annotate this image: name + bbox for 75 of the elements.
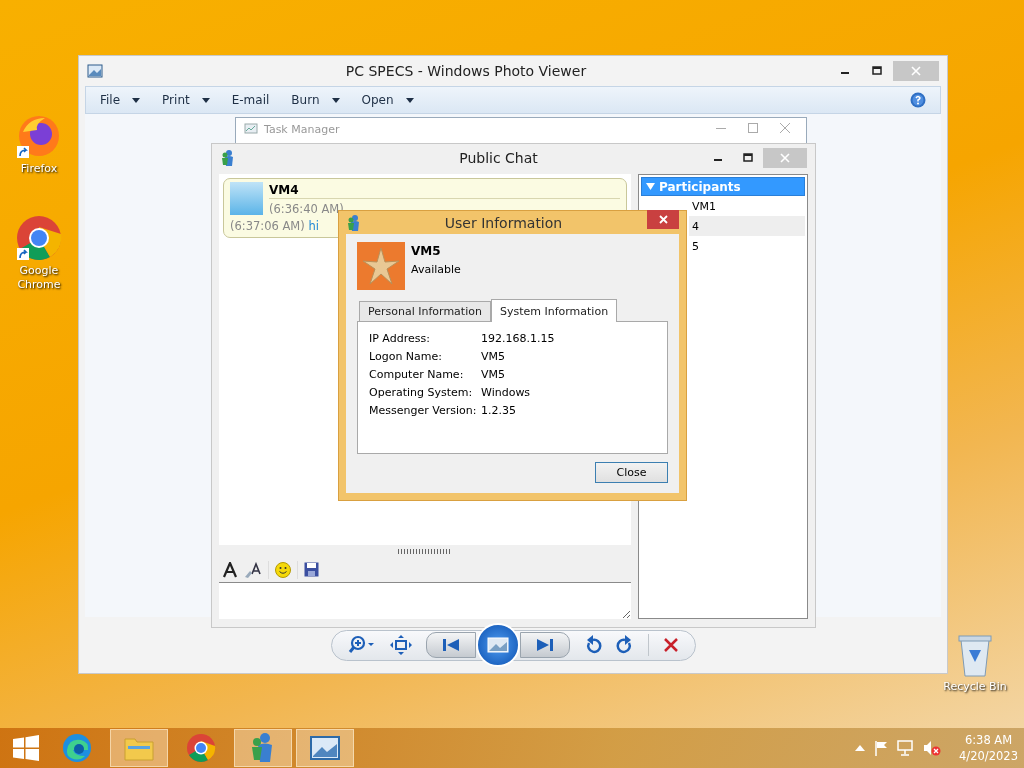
delete-button[interactable] (662, 637, 679, 653)
next-icon (535, 638, 554, 652)
menu-item[interactable]: Open (361, 91, 414, 109)
menu-item[interactable]: Print (162, 91, 210, 109)
tab[interactable]: System Information (490, 299, 618, 322)
close-button[interactable] (647, 210, 679, 229)
field-label: Operating System: (369, 386, 474, 399)
tab[interactable]: Personal Information (359, 301, 491, 321)
close-icon (911, 66, 921, 76)
slide-show-icon (486, 637, 509, 653)
field-value: VM5 (481, 368, 506, 381)
zoom-button[interactable] (347, 635, 376, 655)
avatar-picture (230, 182, 263, 215)
field-label: Logon Name: (369, 350, 443, 363)
shortcut-arrow-icon (17, 146, 29, 158)
window-title: Public Chat (458, 150, 539, 166)
close-icon (780, 153, 790, 163)
menu-item[interactable]: E-mail (231, 91, 270, 109)
close-icon (658, 215, 668, 224)
fit-to-window-icon (389, 635, 412, 655)
next-button[interactable] (519, 632, 570, 658)
messenger-icon (346, 213, 360, 232)
sender-name: VM4 (269, 182, 620, 199)
help-icon (910, 92, 926, 108)
edge-icon (61, 732, 93, 764)
chrome-icon (15, 214, 63, 262)
rotate-clockwise-button[interactable] (615, 635, 634, 655)
actual-size-button[interactable] (389, 635, 412, 655)
font-color-icon (244, 561, 262, 578)
rotate-clockwise-icon (615, 635, 634, 655)
window-title: Task Manager (264, 123, 341, 136)
menu-item[interactable]: Burn (291, 91, 340, 109)
splitter-grip[interactable] (398, 548, 452, 554)
windows-logo-icon (13, 735, 39, 761)
message-text: hi (308, 219, 319, 233)
user-status: Available (411, 262, 461, 276)
field-value: 192.168.1.15 (481, 332, 556, 345)
taskbar-button[interactable] (296, 729, 354, 767)
photo-viewer-icon (310, 736, 340, 760)
folder-icon (124, 735, 154, 761)
save-icon (304, 562, 319, 577)
close-button[interactable]: Close (595, 462, 668, 483)
field-label: Messenger Version: (369, 404, 478, 417)
chrome-icon (186, 733, 216, 763)
save-button[interactable] (304, 562, 319, 577)
menu-item[interactable]: File (100, 91, 141, 109)
delete-icon (662, 637, 679, 653)
maximize-icon (872, 66, 882, 76)
user-name: VM5 (411, 243, 442, 258)
help-button[interactable] (910, 92, 926, 108)
field-value: VM5 (481, 350, 506, 363)
shortcut-arrow-icon (17, 248, 29, 260)
emoticon-button[interactable] (275, 561, 291, 578)
participant-item[interactable]: 4 (689, 216, 805, 236)
font-color-button[interactable] (244, 561, 262, 578)
field-value: 1.2.35 (481, 404, 517, 417)
zoom-icon (347, 635, 376, 655)
window-title: PC SPECS - Windows Photo Viewer (344, 63, 588, 79)
speaker-muted-icon[interactable] (923, 740, 942, 756)
maximize-icon (743, 153, 753, 163)
field-label: IP Address: (369, 332, 431, 345)
field-label: Computer Name: (369, 368, 465, 381)
dialog-title: User Information (443, 214, 564, 231)
previous-icon (441, 638, 460, 652)
font-icon (222, 561, 238, 578)
slide-show-button[interactable] (475, 623, 520, 667)
smiley-icon (275, 561, 291, 578)
task-manager-icon (244, 123, 258, 135)
photo-viewer-icon (87, 64, 103, 78)
messenger-icon (220, 149, 234, 167)
field-value: Windows (481, 386, 532, 399)
message-time: (6:37:06 AM) (230, 219, 305, 233)
previous-button[interactable] (425, 632, 476, 658)
taskbar-button[interactable] (234, 729, 292, 767)
font-button[interactable] (222, 561, 238, 578)
